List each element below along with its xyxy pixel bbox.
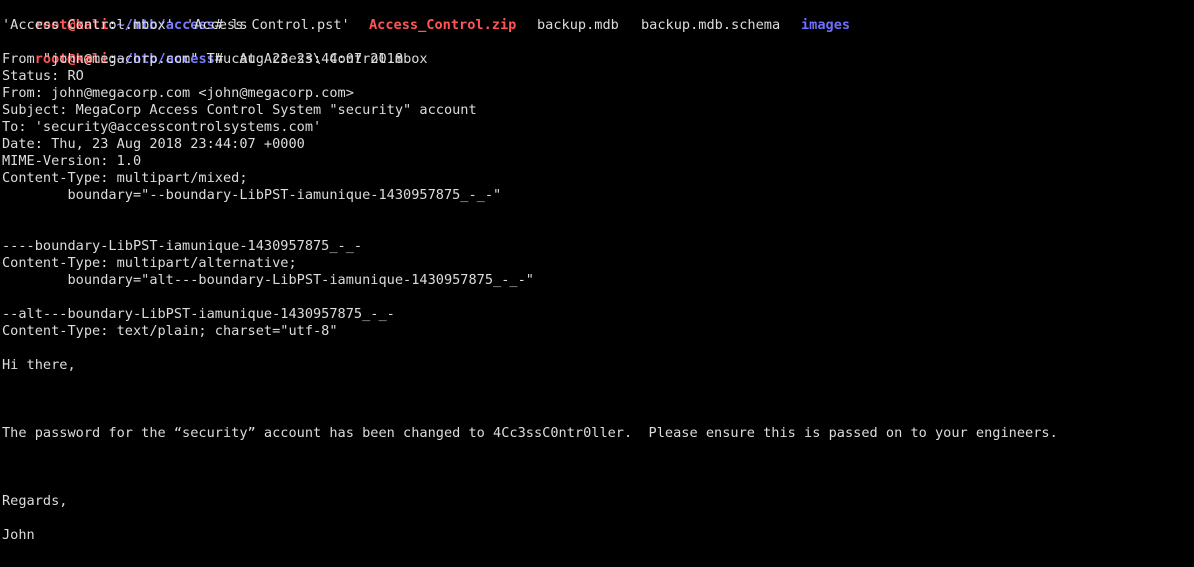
- ls-entry-schema: backup.mdb.schema: [641, 17, 781, 33]
- mbox-line: Status: RO: [2, 68, 84, 84]
- ls-entry-mdb: backup.mdb: [537, 17, 619, 33]
- ls-output-line: 'Access Control.mbox' 'Access Control.ps…: [2, 17, 1192, 34]
- prompt-line-cat: root@kali:~/htb/access# cat Access\ Cont…: [2, 34, 428, 67]
- mbox-line: ----boundary-LibPST-iamunique-1430957875…: [2, 238, 363, 254]
- mbox-line: Content-Type: text/plain; charset="utf-8…: [2, 323, 338, 339]
- mbox-line: Subject: MegaCorp Access Control System …: [2, 102, 477, 118]
- mbox-line: Content-Type: multipart/alternative;: [2, 255, 297, 271]
- mbox-line: Date: Thu, 23 Aug 2018 23:44:07 +0000: [2, 136, 305, 152]
- ls-entry-pst: 'Access Control.pst': [186, 17, 350, 33]
- mbox-line: MIME-Version: 1.0: [2, 153, 142, 169]
- mbox-line: Hi there,: [2, 357, 76, 373]
- mbox-line: boundary="--boundary-LibPST-iamunique-14…: [2, 187, 502, 203]
- mbox-line: Content-Type: multipart/mixed;: [2, 170, 248, 186]
- terminal-window[interactable]: root@kali:~/htb/access# ls 'Access Contr…: [0, 0, 1194, 567]
- mbox-line: --alt---boundary-LibPST-iamunique-143095…: [2, 306, 395, 322]
- mbox-line: From "john@megacorp.com" Thu Aug 23 23:4…: [2, 51, 404, 67]
- ls-entry-zip: Access_Control.zip: [369, 17, 517, 33]
- ls-entry-images-folder: images: [801, 17, 851, 33]
- mbox-line-password: The password for the “security” account …: [2, 425, 1058, 441]
- mbox-line: John: [2, 527, 35, 543]
- mbox-line: boundary="alt---boundary-LibPST-iamuniqu…: [2, 272, 534, 288]
- ls-entry-mbox: 'Access Control.mbox': [2, 17, 174, 33]
- mbox-line: To: 'security@accesscontrolsystems.com': [2, 119, 322, 135]
- prompt-line-ls: root@kali:~/htb/access# ls: [2, 0, 248, 33]
- mbox-line: From: john@megacorp.com <john@megacorp.c…: [2, 85, 354, 101]
- mbox-line: Regards,: [2, 493, 68, 509]
